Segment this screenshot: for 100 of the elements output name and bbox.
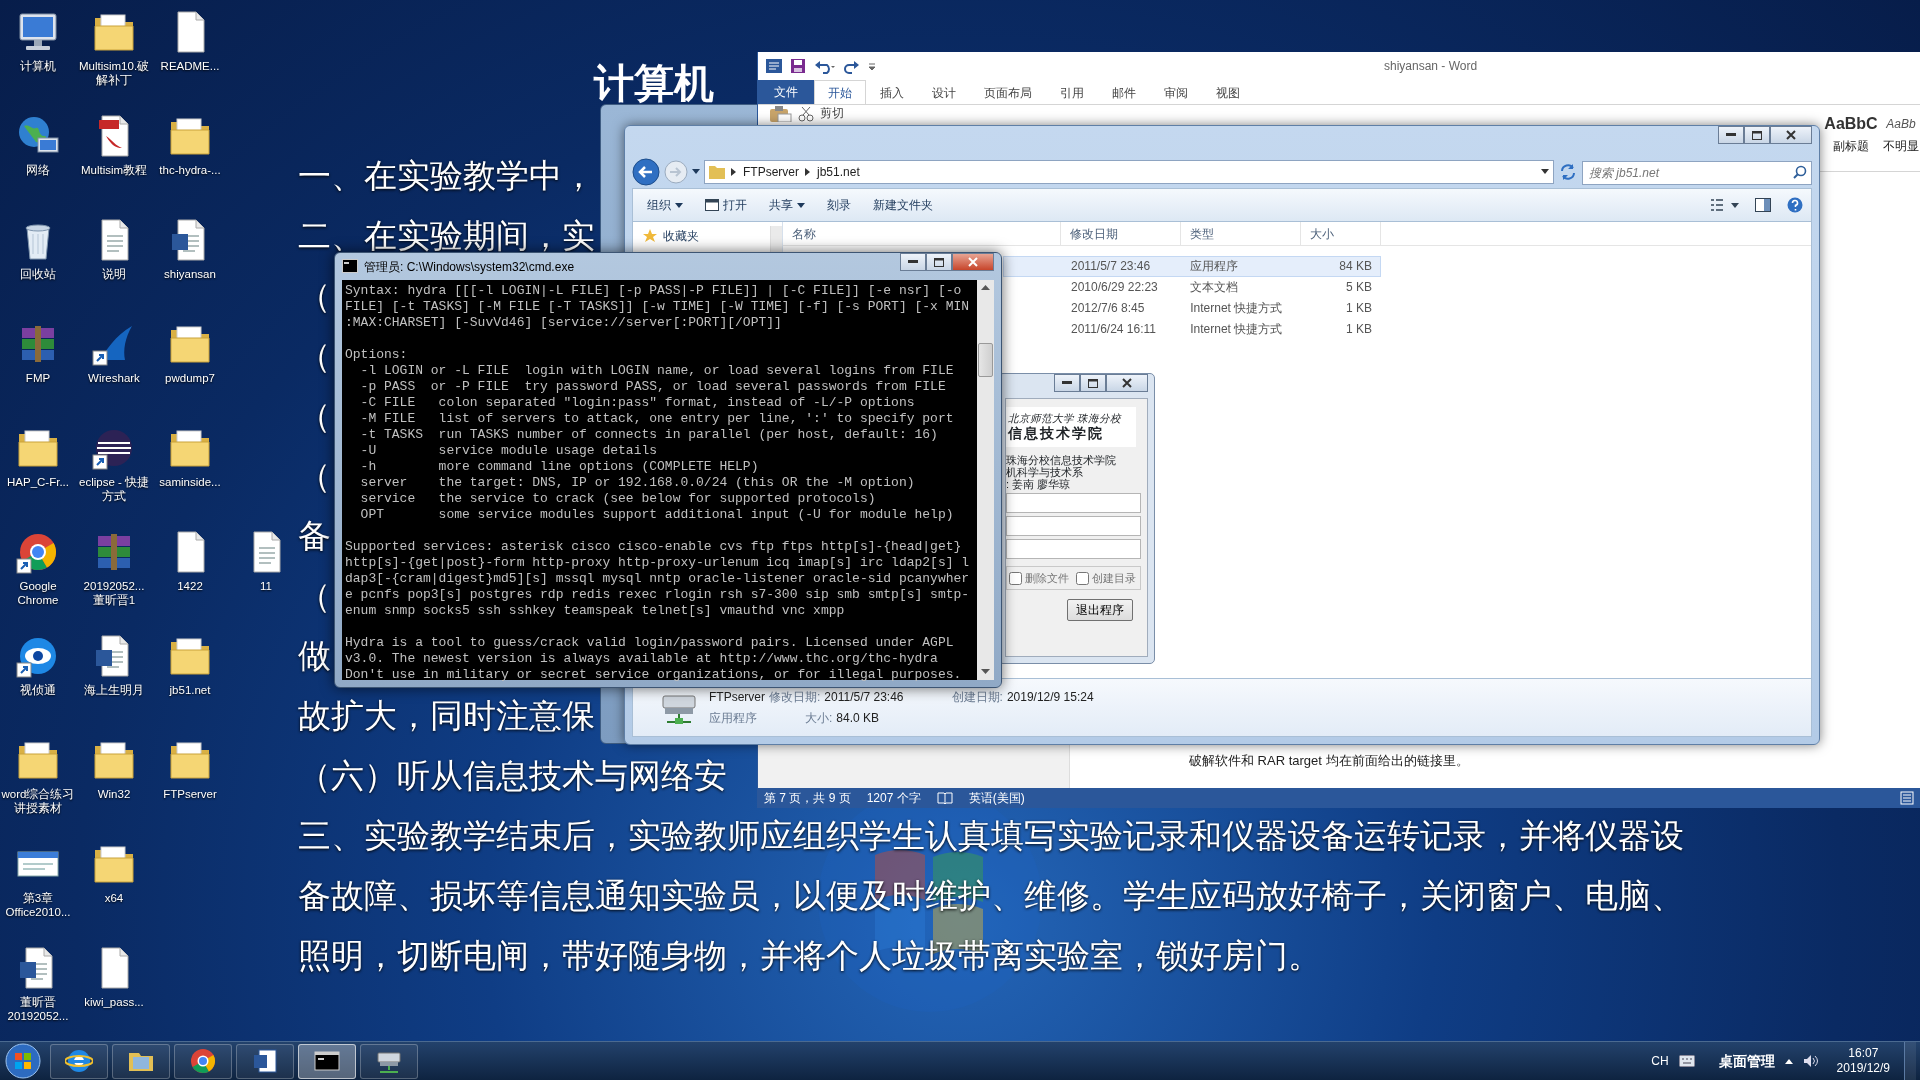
proofing-book-icon[interactable] bbox=[936, 791, 953, 805]
maximize-button[interactable] bbox=[926, 253, 952, 271]
desktop-icon-label[interactable]: 海上生明月 bbox=[84, 683, 144, 697]
desktop-icon-label[interactable]: 1422 bbox=[177, 579, 203, 593]
checkbox[interactable] bbox=[1009, 571, 1022, 585]
refresh-button[interactable] bbox=[1558, 162, 1578, 182]
minimize-button[interactable] bbox=[900, 253, 926, 271]
input-field[interactable] bbox=[1006, 516, 1141, 536]
toolbar-button[interactable]: 共享 bbox=[763, 194, 811, 216]
speaker-icon[interactable] bbox=[1802, 1054, 1819, 1068]
column-header[interactable]: 类型 bbox=[1181, 222, 1301, 245]
desktop-icon-label[interactable]: 计算机 bbox=[20, 59, 56, 73]
checkbox[interactable] bbox=[1076, 571, 1089, 585]
desktop-icon-label[interactable]: kiwi_pass... bbox=[84, 995, 144, 1009]
history-caret-icon[interactable] bbox=[692, 169, 700, 175]
close-button[interactable] bbox=[1106, 374, 1148, 392]
breadcrumb[interactable]: FTPserver bbox=[743, 163, 799, 181]
scroll-down-icon[interactable] bbox=[981, 669, 990, 675]
layout-icon[interactable] bbox=[1900, 791, 1914, 805]
paste-icon[interactable] bbox=[768, 106, 792, 122]
maximize-button[interactable] bbox=[1080, 374, 1106, 392]
exit-button[interactable]: 退出程序 bbox=[1067, 599, 1133, 621]
desktop-icon-label[interactable]: FTPserver bbox=[163, 787, 217, 801]
desktop-icon-label[interactable]: pwdump7 bbox=[165, 371, 215, 385]
toolbar-button[interactable]: 组织 bbox=[641, 194, 689, 216]
page-count[interactable]: 第 7 页，共 9 页 bbox=[764, 789, 851, 807]
app-icon[interactable] bbox=[766, 58, 782, 74]
customize-caret-icon[interactable] bbox=[868, 61, 876, 71]
help-icon[interactable] bbox=[1787, 197, 1803, 213]
toolbar-button[interactable]: 刻录 bbox=[821, 194, 857, 216]
close-button[interactable] bbox=[1770, 126, 1812, 144]
minimize-button[interactable] bbox=[1718, 126, 1744, 144]
chevron-icon[interactable] bbox=[805, 168, 811, 176]
file-row[interactable]: 2011/5/7 23:46 应用程序 84 KB bbox=[1003, 256, 1381, 277]
clock[interactable]: 16:07 2019/12/9 bbox=[1836, 1046, 1890, 1076]
column-header[interactable]: 名称 bbox=[783, 222, 1061, 245]
taskbar-button[interactable] bbox=[236, 1043, 294, 1079]
taskbar-button[interactable] bbox=[174, 1043, 232, 1079]
preview-pane-icon[interactable] bbox=[1755, 198, 1771, 212]
desktop-icon-label[interactable]: Wireshark bbox=[88, 371, 140, 385]
taskbar-button[interactable] bbox=[360, 1043, 418, 1079]
desktop-icon-label[interactable]: HAP_C-Fr... bbox=[7, 475, 69, 489]
desktop-icon-label[interactable]: 11 bbox=[260, 579, 272, 593]
breadcrumb[interactable]: jb51.net bbox=[817, 163, 860, 181]
desktop-icon-label[interactable]: shiyansan bbox=[164, 267, 216, 281]
close-button[interactable] bbox=[952, 253, 994, 271]
desktop-icon-label[interactable]: Multisim10.破解补丁 bbox=[77, 59, 151, 87]
taskbar-button[interactable] bbox=[112, 1043, 170, 1079]
undo-icon[interactable] bbox=[814, 58, 836, 74]
cut-label[interactable]: 剪切 bbox=[820, 106, 844, 120]
desktop-icon-label[interactable]: 20192052... 董昕晋1 bbox=[77, 579, 151, 607]
nav-item[interactable]: 收藏夹 bbox=[633, 226, 699, 246]
column-header[interactable]: 修改日期 bbox=[1061, 222, 1181, 245]
desktop-icon-label[interactable]: x64 bbox=[104, 891, 124, 905]
desktop-icon-label[interactable]: 第3章 Office2010... bbox=[1, 891, 75, 919]
desktop-icon-label[interactable]: 网络 bbox=[26, 163, 50, 177]
search-icon[interactable] bbox=[1793, 165, 1807, 179]
desktop-icon-label[interactable]: 说明 bbox=[102, 267, 126, 281]
desktop-icon-label[interactable]: FMP bbox=[25, 371, 51, 385]
taskbar-button[interactable] bbox=[298, 1043, 356, 1079]
start-orb-icon[interactable] bbox=[4, 1042, 42, 1080]
desktop-icon-label[interactable]: Google Chrome bbox=[1, 579, 75, 607]
desktop-icon-label[interactable]: word综合练习讲授素材 bbox=[1, 787, 75, 815]
desktop-icon-label[interactable]: Win32 bbox=[97, 787, 131, 801]
desktop-icon-label[interactable]: saminside... bbox=[159, 475, 221, 489]
desktop-icon-label[interactable]: jb51.net bbox=[169, 683, 211, 697]
desktop-icon-label[interactable]: eclipse - 快捷方式 bbox=[77, 475, 151, 503]
desktop-icon-label[interactable]: 回收站 bbox=[20, 267, 56, 281]
desktop-icon-label[interactable]: 董昕晋 20192052... bbox=[1, 995, 75, 1023]
desktop-icon-label[interactable]: README... bbox=[160, 59, 220, 73]
toolbar-label[interactable]: 桌面管理 bbox=[1718, 1050, 1775, 1072]
desktop-icon-label[interactable]: thc-hydra-... bbox=[159, 163, 221, 177]
taskbar-button[interactable] bbox=[50, 1043, 108, 1079]
column-header[interactable]: 大小 bbox=[1301, 222, 1381, 245]
view-options-icon[interactable] bbox=[1711, 199, 1739, 211]
file-row[interactable]: 2012/7/6 8:45 Internet 快捷方式 1 KB bbox=[1003, 298, 1381, 319]
desktop-icon-label[interactable]: 视侦通 bbox=[20, 683, 56, 697]
input-field[interactable] bbox=[1006, 493, 1141, 513]
file-row[interactable]: 2010/6/29 22:23 文本文档 5 KB bbox=[1003, 277, 1381, 298]
file-tab[interactable]: 文件 bbox=[758, 80, 814, 104]
toolbar-button[interactable]: 新建文件夹 bbox=[867, 194, 939, 216]
scissors-icon[interactable] bbox=[798, 106, 814, 122]
toolbar-button[interactable]: 打开 bbox=[699, 194, 753, 216]
dropdown-caret-icon[interactable] bbox=[1541, 169, 1549, 175]
desktop-icon-label[interactable]: Multisim教程 bbox=[80, 163, 148, 177]
input-language[interactable]: CH bbox=[1651, 1052, 1669, 1070]
chevron-icon[interactable] bbox=[731, 168, 737, 176]
minimize-button[interactable] bbox=[1054, 374, 1080, 392]
address-bar[interactable]: FTPserver jb51.net bbox=[704, 160, 1554, 184]
search-field[interactable]: 搜索 jb51.net bbox=[1582, 161, 1812, 185]
scrollbar-thumb[interactable] bbox=[978, 343, 993, 377]
keyboard-icon[interactable] bbox=[1678, 1055, 1695, 1067]
save-icon[interactable] bbox=[790, 58, 806, 74]
back-button[interactable] bbox=[632, 158, 660, 186]
file-row[interactable]: 2011/6/24 16:11 Internet 快捷方式 1 KB bbox=[1003, 319, 1381, 340]
show-hidden-icons-icon[interactable] bbox=[1784, 1058, 1793, 1064]
redo-icon[interactable] bbox=[844, 58, 860, 74]
language-status[interactable]: 英语(美国) bbox=[968, 789, 1025, 807]
word-count[interactable]: 1207 个字 bbox=[866, 789, 921, 807]
scroll-up-icon[interactable] bbox=[981, 285, 990, 291]
